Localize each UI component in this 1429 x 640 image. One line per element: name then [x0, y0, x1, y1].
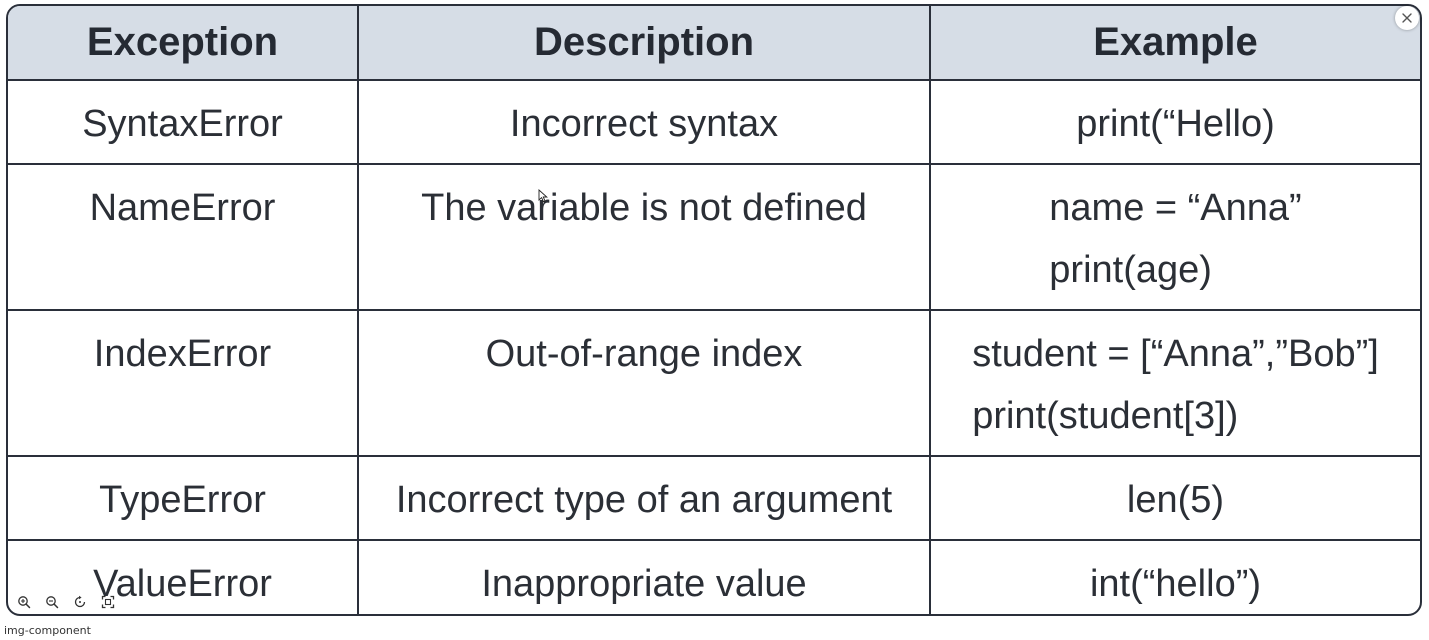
exception-cell: IndexError — [8, 309, 359, 457]
exception-cell: NameError — [8, 163, 359, 311]
exception-cell: SyntaxError — [8, 79, 359, 165]
example-cell: int(“hello”) — [929, 539, 1420, 614]
table-row: NameError The variable is not defined na… — [8, 163, 1420, 311]
zoom-out-button[interactable] — [42, 592, 62, 612]
close-button[interactable] — [1395, 6, 1419, 30]
header-example: Example — [929, 6, 1420, 81]
exception-cell: TypeError — [8, 455, 359, 541]
close-icon — [1402, 13, 1412, 23]
rotate-button[interactable] — [70, 592, 90, 612]
zoom-in-button[interactable] — [14, 592, 34, 612]
description-cell: The variable is not defined — [357, 163, 931, 311]
example-line: print(“Hello) — [1076, 103, 1275, 145]
component-label: img-component — [4, 624, 91, 637]
header-description: Description — [357, 6, 931, 81]
description-cell: Out-of-range index — [357, 309, 931, 457]
example-line: int(“hello”) — [1089, 563, 1262, 605]
table-row: TypeError Incorrect type of an argument … — [8, 455, 1420, 541]
example-line: print(age) — [1049, 249, 1212, 291]
example-cell: len(5) — [929, 455, 1420, 541]
table-row: SyntaxError Incorrect syntax print(“Hell… — [8, 79, 1420, 165]
table-row: ValueError Inappropriate value int(“hell… — [8, 539, 1420, 614]
example-line: print(student[3]) — [972, 395, 1239, 437]
header-exception: Exception — [8, 6, 359, 81]
zoom-out-icon — [46, 596, 59, 609]
example-line: student = [“Anna”,”Bob”] — [972, 333, 1379, 375]
fit-screen-button[interactable] — [98, 592, 118, 612]
example-line: name = “Anna” — [1049, 187, 1302, 229]
example-cell: print(“Hello) — [929, 79, 1420, 165]
example-cell: student = [“Anna”,”Bob”] print(student[3… — [929, 309, 1420, 457]
image-viewer: Exception Description Example SyntaxErro… — [0, 0, 1429, 640]
mouse-cursor-icon — [538, 189, 548, 203]
example-cell: name = “Anna” print(age) — [929, 163, 1420, 311]
exceptions-table-image: Exception Description Example SyntaxErro… — [6, 4, 1422, 616]
example-line: len(5) — [1126, 479, 1225, 521]
exceptions-table: Exception Description Example SyntaxErro… — [8, 6, 1420, 614]
zoom-in-icon — [18, 596, 31, 609]
table-row: IndexError Out-of-range index student = … — [8, 309, 1420, 457]
header-row: Exception Description Example — [8, 6, 1420, 81]
viewer-toolbar — [14, 592, 118, 612]
rotate-icon — [74, 595, 86, 608]
description-cell: Incorrect syntax — [357, 79, 931, 165]
description-cell: Incorrect type of an argument — [357, 455, 931, 541]
fit-screen-icon — [101, 595, 115, 609]
description-cell: Inappropriate value — [357, 539, 931, 614]
